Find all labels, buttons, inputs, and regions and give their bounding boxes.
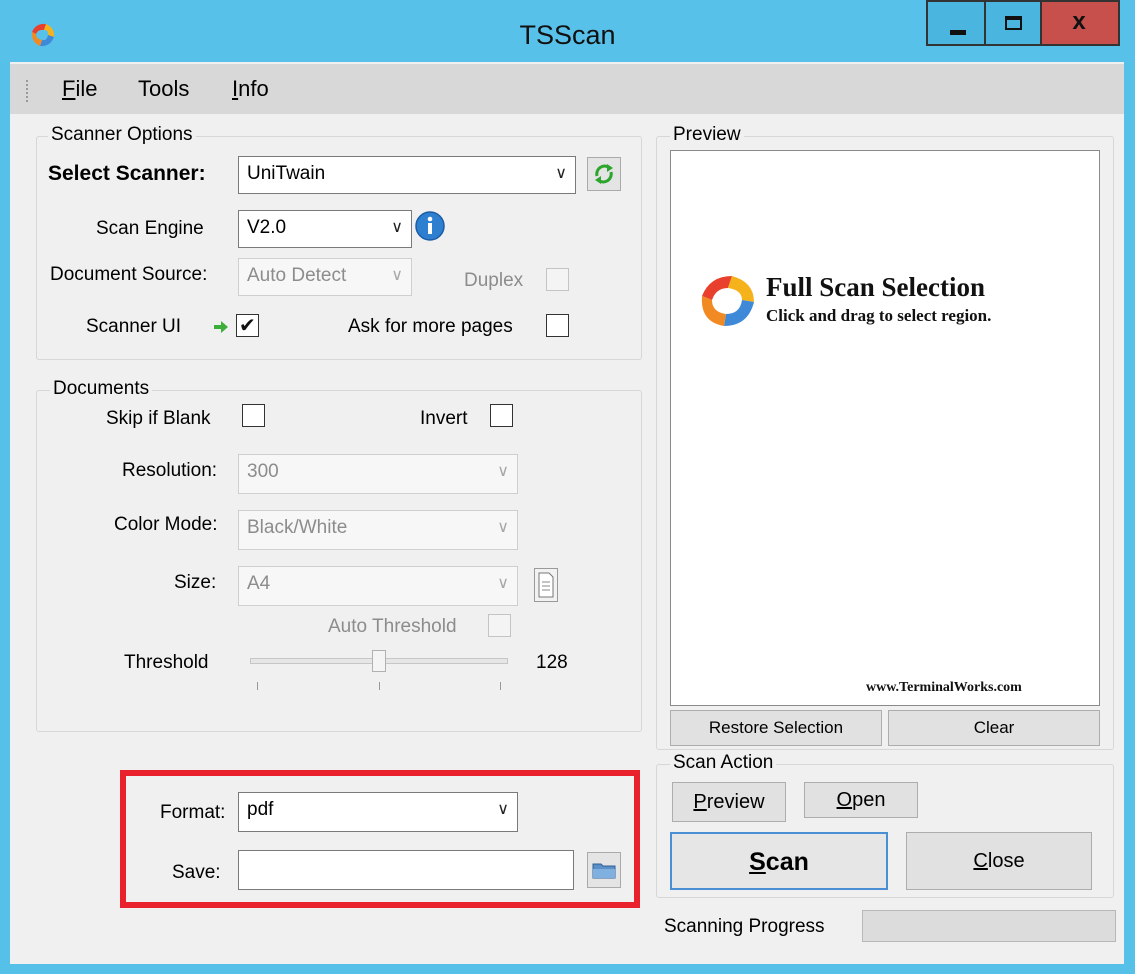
threshold-label: Threshold xyxy=(124,652,209,673)
document-source-label: Document Source: xyxy=(50,264,208,285)
terminalworks-logo xyxy=(701,276,754,326)
chevron-down-icon: ∨ xyxy=(497,463,509,480)
ask-more-pages-checkbox[interactable] xyxy=(546,314,569,337)
close-icon: x xyxy=(1072,8,1086,35)
preview-overlay-subtitle: Click and drag to select region. xyxy=(766,306,992,325)
preview-scan-button[interactable]: Preview xyxy=(672,782,786,822)
page-size-button[interactable] xyxy=(534,568,558,602)
auto-threshold-label: Auto Threshold xyxy=(328,616,457,637)
scan-button[interactable]: Scan xyxy=(670,832,888,890)
highlight-box xyxy=(120,770,640,908)
document-icon xyxy=(538,572,554,598)
refresh-scanners-button[interactable] xyxy=(587,157,621,191)
menu-grip xyxy=(26,80,30,102)
open-button[interactable]: Open xyxy=(804,782,918,818)
chevron-down-icon: ∨ xyxy=(391,267,403,284)
chevron-down-icon: ∨ xyxy=(555,165,567,182)
scan-engine-label: Scan Engine xyxy=(96,218,204,239)
color-mode-dropdown[interactable]: Black/White ∨ xyxy=(238,510,518,550)
menu-info[interactable]: Info xyxy=(232,76,269,102)
refresh-icon xyxy=(595,164,613,184)
documents-group xyxy=(36,390,642,732)
size-dropdown[interactable]: A4 ∨ xyxy=(238,566,518,606)
scanner-ui-label: Scanner UI xyxy=(86,316,182,337)
resolution-dropdown[interactable]: 300 ∨ xyxy=(238,454,518,494)
threshold-slider-thumb[interactable] xyxy=(372,650,386,672)
invert-label: Invert xyxy=(420,408,468,429)
chevron-down-icon: ∨ xyxy=(497,519,509,536)
close-button[interactable]: Close xyxy=(906,832,1092,890)
slider-tick xyxy=(257,682,258,690)
slider-tick xyxy=(379,682,380,690)
select-scanner-value: UniTwain xyxy=(247,163,326,184)
select-scanner-label: Select Scanner: xyxy=(48,162,206,185)
chevron-down-icon: ∨ xyxy=(497,575,509,592)
menu-file[interactable]: File xyxy=(62,76,97,102)
duplex-label: Duplex xyxy=(464,270,524,291)
info-icon[interactable] xyxy=(414,210,446,242)
scan-engine-value: V2.0 xyxy=(247,217,287,238)
menu-tools[interactable]: Tools xyxy=(138,76,189,102)
size-value: A4 xyxy=(247,573,271,594)
restore-selection-button[interactable]: Restore Selection xyxy=(670,710,882,746)
duplex-checkbox[interactable] xyxy=(546,268,569,291)
close-window-button[interactable]: x xyxy=(1042,0,1120,46)
maximize-button[interactable] xyxy=(986,0,1042,46)
scan-engine-dropdown[interactable]: V2.0 ∨ xyxy=(238,210,412,248)
document-source-dropdown[interactable]: Auto Detect ∨ xyxy=(238,258,412,296)
threshold-value: 128 xyxy=(536,652,568,673)
resolution-label: Resolution: xyxy=(122,460,218,481)
select-scanner-dropdown[interactable]: UniTwain ∨ xyxy=(238,156,576,194)
clear-button[interactable]: Clear xyxy=(888,710,1100,746)
color-mode-label: Color Mode: xyxy=(114,514,218,535)
scanner-ui-checkbox[interactable] xyxy=(236,313,259,338)
scanner-options-legend: Scanner Options xyxy=(48,124,196,146)
skip-blank-label: Skip if Blank xyxy=(106,408,211,429)
scan-action-legend: Scan Action xyxy=(670,752,777,774)
invert-checkbox[interactable] xyxy=(490,404,513,427)
ask-more-pages-label: Ask for more pages xyxy=(348,316,513,337)
preview-overlay-title: Full Scan Selection xyxy=(766,272,986,302)
preview-legend: Preview xyxy=(670,124,744,146)
resolution-value: 300 xyxy=(247,461,279,482)
chevron-down-icon: ∨ xyxy=(391,219,403,236)
size-label: Size: xyxy=(174,572,217,593)
maximize-icon xyxy=(1005,16,1022,30)
scanning-progress-bar xyxy=(862,910,1116,942)
minimize-icon xyxy=(950,30,966,35)
arrow-right-green-icon xyxy=(214,321,228,333)
scanning-progress-label: Scanning Progress xyxy=(664,916,825,937)
skip-blank-checkbox[interactable] xyxy=(242,404,265,427)
color-mode-value: Black/White xyxy=(247,517,348,538)
documents-legend: Documents xyxy=(50,378,153,400)
preview-canvas[interactable] xyxy=(670,150,1100,706)
auto-threshold-checkbox[interactable] xyxy=(488,614,511,637)
minimize-button[interactable] xyxy=(926,0,986,46)
preview-watermark: www.TerminalWorks.com xyxy=(866,680,1022,695)
slider-tick xyxy=(500,682,501,690)
document-source-value: Auto Detect xyxy=(247,265,347,286)
